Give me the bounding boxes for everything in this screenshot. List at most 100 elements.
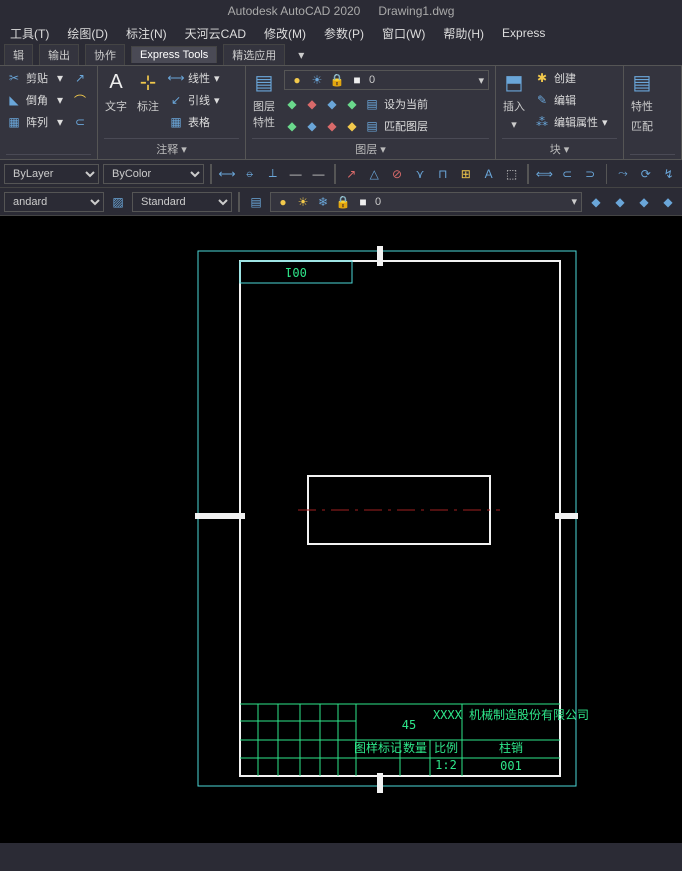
btn-table[interactable]: 表格	[188, 114, 210, 130]
off-icon[interactable]: ◆	[304, 96, 320, 112]
tab-edit[interactable]: 辑	[4, 44, 33, 65]
btn-leader[interactable]: 引线	[188, 92, 210, 108]
fillet-icon[interactable]: ⌒	[72, 92, 88, 108]
tool-a2-icon[interactable]: △	[365, 164, 384, 184]
panel-layer-title[interactable]: 图层 ▾	[252, 138, 489, 159]
iso2-icon[interactable]: ◆	[284, 118, 300, 134]
menu-modify[interactable]: 修改(M)	[264, 25, 306, 42]
combo-linetype[interactable]: ByLayer	[4, 164, 99, 184]
menu-window[interactable]: 窗口(W)	[382, 25, 425, 42]
lbl2: 匹配	[631, 118, 653, 134]
btn-trim[interactable]: 剪贴	[26, 70, 48, 86]
layer-tool-icon[interactable]: ▤	[246, 192, 266, 212]
tool-c3-icon[interactable]: ↯	[659, 164, 678, 184]
tool-b1-icon[interactable]: ⟺	[535, 164, 554, 184]
dropdown-icon[interactable]: ▾	[52, 92, 68, 108]
tool-d4-icon[interactable]: ◆	[658, 192, 678, 212]
panel-annotate: A 文字 ⊹ 标注 ⟷线性▾ ↙引线▾ ▦表格 注释 ▾	[98, 66, 246, 159]
menu-thcad[interactable]: 天河云CAD	[185, 25, 246, 42]
create-icon: ✱	[534, 70, 550, 86]
tool-c2-icon[interactable]: ⟳	[636, 164, 655, 184]
text-icon: A	[104, 70, 128, 94]
tool-a1-icon[interactable]: ↗	[342, 164, 361, 184]
thaw-icon[interactable]: ◆	[304, 118, 320, 134]
combo-dimstyle[interactable]: andard	[4, 192, 104, 212]
combo-color[interactable]: ByColor	[103, 164, 204, 184]
tool-a4-icon[interactable]: ⋎	[411, 164, 430, 184]
menu-express[interactable]: Express	[502, 26, 545, 40]
dimstyle-icon[interactable]: ▨	[108, 192, 128, 212]
tool-dim1-icon[interactable]: ⟷	[218, 164, 237, 184]
btn-matchprops[interactable]: ▤ 特性 匹配	[630, 70, 654, 134]
tool-dim2-icon[interactable]: ⦵	[240, 164, 259, 184]
lock2-icon[interactable]: ◆	[344, 96, 360, 112]
more-icon[interactable]: ◆	[344, 118, 360, 134]
lock-icon: 🔒	[329, 72, 345, 88]
tool-dim5-icon[interactable]: —	[309, 164, 328, 184]
del-icon[interactable]: ◆	[324, 118, 340, 134]
panel-block-title[interactable]: 块 ▾	[502, 138, 617, 159]
dropdown-icon[interactable]: ▾	[214, 94, 220, 107]
file-name: Drawing1.dwg	[378, 4, 454, 18]
tb-partno: 001	[500, 759, 522, 773]
tab-express-tools[interactable]: Express Tools	[131, 46, 217, 63]
toolbar-row1: ByLayer ByColor ⟷ ⦵ ⟂ — — ↗ △ ⊘ ⋎ ⊓ ⊞ A …	[0, 160, 682, 188]
dropdown-icon[interactable]: ▾	[52, 70, 68, 86]
tool-b2-icon[interactable]: ⊂	[558, 164, 577, 184]
btn-layer-props[interactable]: ▤ 图层 特性	[252, 70, 276, 130]
btn-array[interactable]: 阵列	[26, 114, 48, 130]
tool-c1-icon[interactable]: ⤳	[613, 164, 632, 184]
separator	[527, 164, 529, 184]
tool-a3-icon[interactable]: ⊘	[388, 164, 407, 184]
tab-output[interactable]: 输出	[39, 44, 79, 65]
tool-a8-icon[interactable]: ⬚	[502, 164, 521, 184]
tool-a6-icon[interactable]: ⊞	[456, 164, 475, 184]
subtract-icon[interactable]: ⊂	[72, 114, 88, 130]
btn-editattr[interactable]: 编辑属性	[554, 114, 598, 130]
btn-chamfer[interactable]: 倒角	[26, 92, 48, 108]
tool-d1-icon[interactable]: ◆	[586, 192, 606, 212]
combo-textstyle[interactable]: Standard	[132, 192, 232, 212]
btn-insert[interactable]: ⬒ 插入 ▾	[502, 70, 526, 131]
tool-dim4-icon[interactable]: —	[286, 164, 305, 184]
tool-d2-icon[interactable]: ◆	[610, 192, 630, 212]
layer-swatch-icon: ■	[355, 194, 371, 210]
panel-layer: ▤ 图层 特性 ● ☀ 🔒 ■ 0 ▾ ◆ ◆ ◆ ◆ ▤	[246, 66, 496, 159]
btn-match-layer[interactable]: 匹配图层	[384, 118, 428, 134]
menu-help[interactable]: 帮助(H)	[443, 25, 484, 42]
menu-tools[interactable]: 工具(T)	[10, 25, 49, 42]
dimension-icon: ⊹	[136, 70, 160, 94]
dropdown-icon[interactable]: ▾	[52, 114, 68, 130]
btn-dim-label: 标注	[137, 98, 159, 114]
btn-create[interactable]: 创建	[554, 70, 576, 86]
btn-setcurrent[interactable]: 设为当前	[384, 96, 428, 112]
btn-edit[interactable]: 编辑	[554, 92, 576, 108]
tool-a5-icon[interactable]: ⊓	[433, 164, 452, 184]
extend-icon[interactable]: ↗	[72, 70, 88, 86]
dropdown-icon[interactable]: ▾	[602, 116, 608, 129]
btn-text[interactable]: A 文字	[104, 70, 128, 114]
sun-icon: ☀	[309, 72, 325, 88]
setcurrent-icon: ▤	[364, 96, 380, 112]
layer-dropdown-2[interactable]: ● ☀ ❄ 🔒 ■ 0 ▾	[270, 192, 582, 212]
dropdown-icon[interactable]: ▾	[214, 72, 220, 85]
tool-a7-icon[interactable]: A	[479, 164, 498, 184]
trim-icon: ✂	[6, 70, 22, 86]
layer-current-dropdown[interactable]: ● ☀ 🔒 ■ 0 ▾	[284, 70, 489, 90]
panel-modify: ✂剪贴▾↗ ◣倒角▾⌒ ▦阵列▾⊂	[0, 66, 98, 159]
btn-dim[interactable]: ⊹ 标注	[136, 70, 160, 114]
menu-parametric[interactable]: 参数(P)	[324, 25, 364, 42]
menu-dimension[interactable]: 标注(N)	[126, 25, 167, 42]
freeze-icon[interactable]: ◆	[324, 96, 340, 112]
iso-icon[interactable]: ◆	[284, 96, 300, 112]
tab-overflow-icon[interactable]: ▾	[291, 45, 311, 65]
tool-dim3-icon[interactable]: ⟂	[263, 164, 282, 184]
tab-featured[interactable]: 精选应用	[223, 44, 285, 65]
menu-draw[interactable]: 绘图(D)	[67, 25, 108, 42]
btn-linear[interactable]: 线性	[188, 70, 210, 86]
tool-d3-icon[interactable]: ◆	[634, 192, 654, 212]
tool-b3-icon[interactable]: ⊃	[581, 164, 600, 184]
panel-annotate-title[interactable]: 注释 ▾	[104, 138, 239, 159]
tab-collab[interactable]: 协作	[85, 44, 125, 65]
drawing-canvas[interactable]: 001 45 XXXX 机械制造股份有限公司	[0, 216, 682, 843]
